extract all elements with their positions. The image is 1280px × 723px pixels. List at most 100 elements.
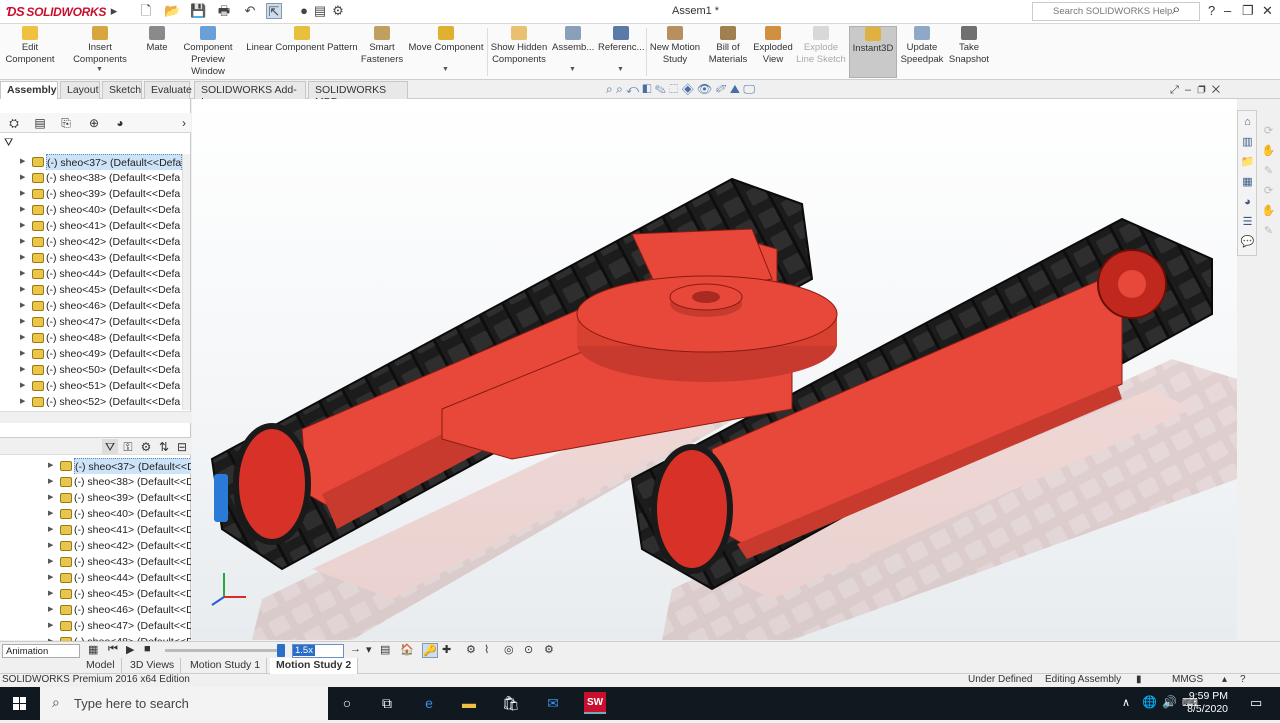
calculate-icon[interactable]: ▦: [88, 643, 98, 656]
chevron-down-icon[interactable]: ▼: [569, 66, 576, 73]
tab-sketch[interactable]: Sketch: [102, 81, 142, 99]
zoom-to-area-icon[interactable]: ⌕: [616, 82, 623, 96]
filter-icon[interactable]: ⛛: [4, 137, 13, 150]
menu-expand-icon[interactable]: ▸: [106, 3, 122, 19]
tree-item[interactable]: ▶ (-) sheo<47> (Default<<D: [0, 618, 191, 634]
system-clock[interactable]: 9:59 PM 8/5/2020: [1187, 690, 1228, 716]
tree-item[interactable]: ▶ (-) sheo<45> (Default<<Defa: [0, 282, 191, 298]
tree-item[interactable]: ▶ (-) sheo<45> (Default<<D: [0, 586, 191, 602]
settings-gear-icon[interactable]: ⚙: [544, 643, 554, 656]
save-icon[interactable]: 💾: [190, 3, 206, 19]
file-explorer-icon[interactable]: ▬: [458, 692, 480, 714]
tab-evaluate[interactable]: Evaluate: [144, 81, 192, 99]
edge-browser-icon[interactable]: e: [418, 692, 440, 714]
tree-item[interactable]: ▶ (-) sheo<42> (Default<<Defa: [0, 234, 191, 250]
task-view-icon[interactable]: ⧉: [376, 692, 398, 714]
spring-icon[interactable]: ⌇: [484, 643, 489, 656]
solidworks-app-icon[interactable]: SW: [584, 692, 606, 714]
select-arrow-icon[interactable]: ⇱: [266, 3, 282, 19]
undo-icon[interactable]: ↶: [242, 3, 258, 19]
tree-item[interactable]: ▶ (-) sheo<44> (Default<<Defa: [0, 266, 191, 282]
bill-of-materials-button[interactable]: Bill of Materials: [706, 26, 750, 66]
tree-item[interactable]: ▶ (-) sheo<41> (Default<<D: [0, 522, 191, 538]
3d-model-view[interactable]: [192, 99, 1237, 640]
custom-properties-icon[interactable]: ☰: [1240, 215, 1255, 230]
forum-icon[interactable]: 💬: [1240, 235, 1255, 250]
previous-view-icon[interactable]: ⤺: [626, 82, 639, 96]
tree-item[interactable]: ▶ (-) sheo<39> (Default<<D: [0, 490, 191, 506]
autokey-icon[interactable]: 🔑: [422, 643, 438, 658]
show-hidden-components-button[interactable]: Show Hidden Components: [490, 26, 548, 66]
solidworks-logo[interactable]: ƊS SOLIDWORKS: [6, 4, 106, 19]
tree-item[interactable]: ▶ (-) sheo<42> (Default<<D: [0, 538, 191, 554]
hide-show-icon[interactable]: 👁: [697, 82, 712, 96]
add-key-icon[interactable]: ✚: [442, 643, 451, 656]
mate-button[interactable]: Mate: [142, 26, 172, 54]
tab-assembly[interactable]: Assembly: [0, 81, 58, 99]
contact-icon[interactable]: ◎: [504, 643, 514, 656]
tab-motion-study-1[interactable]: Motion Study 1: [184, 658, 268, 674]
chevron-down-icon[interactable]: ▼: [96, 66, 103, 73]
tree-item[interactable]: ▶ (-) sheo<43> (Default<<D: [0, 554, 191, 570]
insert-components-button[interactable]: Insert Components: [60, 26, 140, 66]
help-icon[interactable]: ?: [1208, 3, 1215, 18]
minimize-icon[interactable]: –: [1224, 3, 1231, 18]
cortana-icon[interactable]: ○: [336, 692, 358, 714]
print-icon[interactable]: 🖶: [216, 3, 232, 19]
options-gear-icon[interactable]: ⚙: [330, 3, 346, 19]
help-icon[interactable]: ?: [1240, 674, 1246, 685]
restore-icon[interactable]: ❐: [1242, 3, 1254, 19]
volume-icon[interactable]: 🔊: [1162, 695, 1177, 709]
view-settings-icon[interactable]: 🖵: [743, 82, 755, 96]
assembly-features-button[interactable]: Assemb...: [552, 26, 594, 54]
display-style-icon[interactable]: ◈: [682, 82, 694, 96]
tree-item[interactable]: ▶ (-) sheo<38> (Default<<Defa: [0, 170, 191, 186]
close-icon[interactable]: ✕: [1212, 84, 1220, 96]
play-from-start-icon[interactable]: ⏮: [108, 643, 118, 656]
filter-icon[interactable]: ⛛: [102, 439, 118, 455]
notifications-icon[interactable]: ▭: [1250, 695, 1262, 711]
playback-speed-select[interactable]: 1.5x: [292, 644, 344, 658]
tab-motion-study-2[interactable]: Motion Study 2: [270, 658, 359, 674]
expand-icon[interactable]: ⤢: [1170, 84, 1179, 96]
tab-solidworks-addins[interactable]: SOLIDWORKS Add-Ins: [194, 81, 306, 108]
dimxpert-icon[interactable]: ⊕: [86, 115, 102, 131]
tree-item[interactable]: ▶ (-) sheo<49> (Default<<Defa: [0, 346, 191, 362]
design-library-icon[interactable]: ▥: [1240, 135, 1255, 150]
close-icon[interactable]: ✕: [1262, 3, 1273, 19]
zoom-to-fit-icon[interactable]: ⌕: [606, 82, 613, 96]
gear-icon[interactable]: ⚙: [138, 439, 154, 455]
chevron-down-icon[interactable]: ▾: [366, 643, 372, 656]
tray-chevron-icon[interactable]: ∧: [1122, 696, 1130, 709]
graphics-area[interactable]: [192, 99, 1237, 640]
configuration-manager-icon[interactable]: ⎘: [58, 115, 74, 131]
play-icon[interactable]: ▶: [126, 643, 134, 656]
take-snapshot-button[interactable]: Take Snapshot: [946, 26, 992, 66]
rebuild-icon[interactable]: ●: [296, 3, 312, 19]
apply-scene-icon[interactable]: ⛰: [730, 82, 740, 96]
save-animation-icon[interactable]: ▤: [380, 643, 390, 656]
playback-slider[interactable]: [165, 649, 283, 652]
key-icon[interactable]: ⚿: [120, 439, 136, 455]
tree-item[interactable]: ▶ (-) sheo<48> (Default<<Defa: [0, 330, 191, 346]
smart-fasteners-button[interactable]: Smart Fasteners: [360, 26, 404, 66]
tree-item[interactable]: ▶ (-) sheo<40> (Default<<D: [0, 506, 191, 522]
restore-icon[interactable]: ❐: [1197, 84, 1205, 96]
stop-icon[interactable]: ■: [144, 643, 151, 655]
new-document-icon[interactable]: 🗋: [138, 3, 154, 19]
gravity-icon[interactable]: ⊙: [524, 643, 533, 656]
explode-line-sketch-button[interactable]: Explode Line Sketch: [796, 26, 846, 66]
tree-item[interactable]: ▶ (-) sheo<52> (Default<<Defa: [0, 394, 191, 410]
chevron-right-icon[interactable]: ›: [176, 115, 192, 131]
start-button[interactable]: [0, 687, 40, 720]
view-orientation-icon[interactable]: ⬚: [669, 82, 678, 96]
tree-item[interactable]: ▶ (-) sheo<38> (Default<<D: [0, 474, 191, 490]
tree-item[interactable]: ▶ (-) sheo<37> (Default<<D: [0, 458, 191, 474]
edit-appearance-icon[interactable]: ✐: [716, 82, 727, 96]
horizontal-scrollbar[interactable]: [0, 411, 191, 423]
file-explorer-icon[interactable]: 📁: [1240, 155, 1255, 170]
tree-item[interactable]: ▶ (-) sheo<37> (Default<<Defa: [0, 154, 191, 170]
sort-icon[interactable]: ⇅: [156, 439, 172, 455]
tree-item[interactable]: ▶ (-) sheo<40> (Default<<Defa: [0, 202, 191, 218]
component-preview-window-button[interactable]: Component Preview Window: [174, 26, 242, 78]
